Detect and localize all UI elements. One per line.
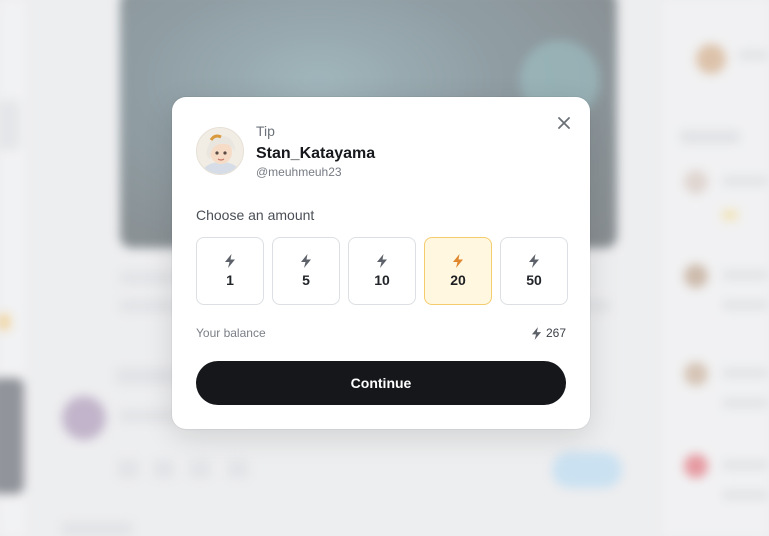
amount-value: 50 (526, 272, 542, 288)
amount-options: 1 5 10 20 50 (196, 237, 568, 305)
amount-value: 1 (226, 272, 234, 288)
amount-option-1[interactable]: 1 (196, 237, 264, 305)
lightning-icon (225, 254, 235, 268)
amount-value: 10 (374, 272, 390, 288)
continue-button[interactable]: Continue (196, 361, 566, 405)
balance-label: Your balance (196, 326, 266, 340)
amount-label: Choose an amount (196, 207, 315, 223)
balance-amount: 267 (545, 326, 566, 340)
lightning-icon (531, 326, 542, 340)
close-button[interactable] (554, 113, 574, 133)
amount-value: 5 (302, 272, 310, 288)
creator-handle: @meuhmeuh23 (256, 165, 342, 179)
balance-value: 267 (531, 326, 566, 340)
close-icon (558, 117, 570, 129)
lightning-icon (301, 254, 311, 268)
lightning-icon (453, 254, 463, 268)
tip-modal: Tip Stan_Katayama @meuhmeuh23 Choose an … (172, 97, 590, 429)
amount-option-10[interactable]: 10 (348, 237, 416, 305)
amount-option-50[interactable]: 50 (500, 237, 568, 305)
lightning-icon (529, 254, 539, 268)
creator-avatar (196, 127, 244, 175)
amount-value: 20 (450, 272, 466, 288)
creator-name: Stan_Katayama (256, 145, 376, 162)
lightning-icon (377, 254, 387, 268)
modal-kicker: Tip (256, 123, 275, 139)
amount-option-20[interactable]: 20 (424, 237, 492, 305)
amount-option-5[interactable]: 5 (272, 237, 340, 305)
